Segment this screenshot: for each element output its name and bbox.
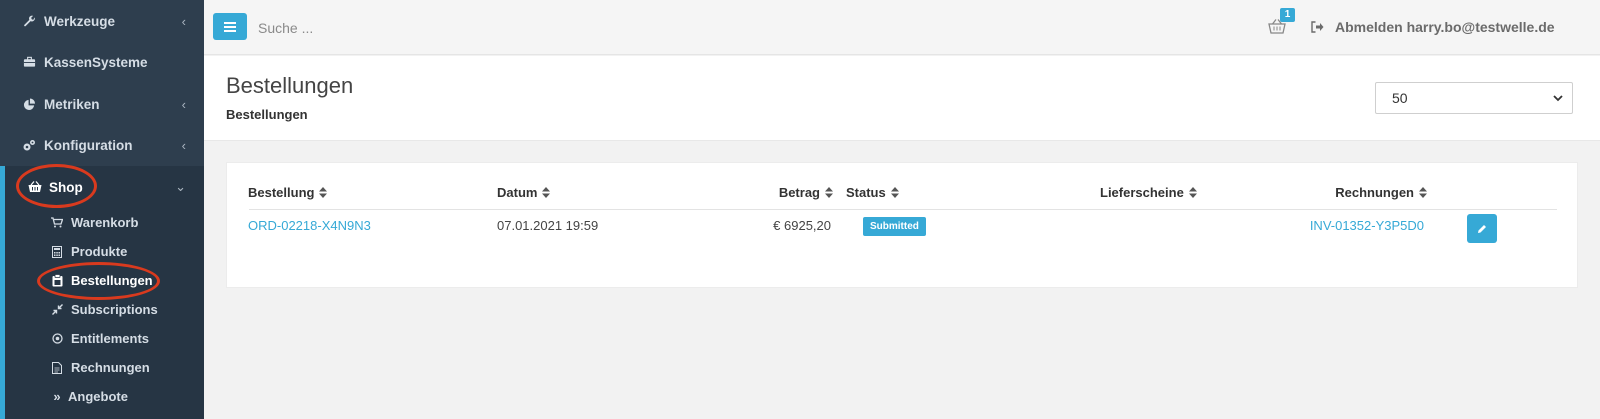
column-header-label: Status — [846, 185, 886, 200]
edit-button[interactable] — [1467, 214, 1497, 243]
basket-icon — [28, 180, 42, 194]
double-chevron-icon: » — [53, 389, 61, 404]
sidebar-item-werkzeuge[interactable]: Werkzeuge ‹ — [0, 0, 204, 42]
column-header-label: Rechnungen — [1335, 185, 1414, 200]
table-header-divider — [249, 209, 1557, 210]
breadcrumb: Bestellungen — [226, 107, 308, 122]
sidebar-subitem-bestellungen[interactable]: Bestellungen — [0, 266, 204, 295]
menu-toggle-button[interactable] — [213, 13, 247, 40]
pencil-icon — [1478, 224, 1486, 233]
column-header-label: Lieferscheine — [1100, 185, 1184, 200]
sign-out-icon — [1311, 20, 1325, 34]
order-number-link[interactable]: ORD-02218-X4N9N3 — [248, 218, 371, 233]
column-header-lieferscheine[interactable]: Lieferscheine — [1100, 185, 1197, 200]
invoice-link[interactable]: INV-01352-Y3P5D0 — [1287, 218, 1424, 233]
sort-icon — [1419, 187, 1427, 198]
sidebar-item-metriken[interactable]: Metriken ‹ — [0, 83, 204, 125]
sort-icon — [542, 187, 551, 198]
sidebar-subitem-label: Rechnungen — [71, 360, 150, 375]
sidebar-item-konfiguration[interactable]: Konfiguration ‹ — [0, 124, 204, 166]
logout-label: Abmelden harry.bo@testwelle.de — [1335, 19, 1555, 35]
chevron-down-icon: ⌄ — [175, 179, 186, 194]
page-title: Bestellungen — [226, 73, 354, 98]
sidebar-item-label: KassenSysteme — [44, 54, 148, 70]
page-size-select[interactable]: 50 — [1375, 82, 1573, 114]
sidebar-subitem-label: Subscriptions — [71, 302, 158, 317]
column-header-status[interactable]: Status — [846, 185, 899, 200]
sidebar: Werkzeuge ‹ KassenSysteme Metriken ‹ Kon… — [0, 0, 204, 419]
column-header-betrag[interactable]: Betrag — [747, 185, 833, 200]
sidebar-subitem-label: Angebote — [68, 389, 128, 404]
calculator-icon — [51, 245, 63, 258]
sidebar-item-label: Shop — [49, 179, 83, 195]
column-header-datum[interactable]: Datum — [497, 185, 551, 200]
column-header-label: Betrag — [778, 185, 820, 200]
sort-icon — [890, 187, 899, 198]
search-input[interactable] — [258, 17, 558, 39]
sidebar-subitem-subscriptions[interactable]: Subscriptions — [0, 295, 204, 324]
clipboard-icon — [51, 274, 63, 287]
column-header-label: Datum — [497, 185, 538, 200]
sidebar-item-label: Konfiguration — [44, 137, 133, 153]
compress-icon — [51, 304, 63, 316]
sidebar-item-kassensysteme[interactable]: KassenSysteme — [0, 41, 204, 83]
sidebar-subitem-warenkorb[interactable]: Warenkorb — [0, 208, 204, 237]
sort-icon — [825, 187, 833, 198]
document-icon — [51, 361, 63, 374]
order-amount: € 6925,20 — [773, 218, 831, 233]
chevron-left-icon: ‹ — [181, 96, 186, 112]
cart-icon — [51, 217, 63, 229]
sort-icon — [1188, 187, 1197, 198]
sidebar-subitem-label: Bestellungen — [71, 273, 153, 288]
order-date: 07.01.2021 19:59 — [497, 218, 599, 233]
sidebar-subitem-rechnungen[interactable]: Rechnungen — [0, 353, 204, 382]
sidebar-subitem-produkte[interactable]: Produkte — [0, 237, 204, 266]
sidebar-subitem-label: Warenkorb — [71, 215, 139, 230]
pie-chart-icon — [22, 97, 36, 111]
hamburger-icon — [224, 21, 236, 32]
status-badge: Submitted — [863, 217, 926, 236]
topbar: 1 Abmelden harry.bo@testwelle.de — [204, 0, 1600, 55]
circle-dot-icon — [51, 333, 63, 345]
chevron-left-icon: ‹ — [181, 13, 186, 29]
sidebar-item-shop[interactable]: Shop ⌄ — [0, 166, 204, 208]
sidebar-subitem-entitlements[interactable]: Entitlements — [0, 324, 204, 353]
sidebar-item-label: Metriken — [44, 96, 100, 112]
chevron-left-icon: ‹ — [181, 137, 186, 153]
logout-link[interactable]: Abmelden harry.bo@testwelle.de — [1311, 19, 1555, 35]
sidebar-subitem-angebote[interactable]: » Angebote — [0, 382, 204, 411]
sidebar-subitem-label: Entitlements — [71, 331, 150, 346]
orders-table-card: Bestellung Datum Betrag Status Liefersch… — [226, 162, 1578, 288]
cart-count-badge: 1 — [1280, 8, 1295, 22]
sidebar-subitem-label: Produkte — [71, 244, 128, 259]
sidebar-item-label: Werkzeuge — [44, 13, 116, 29]
column-header-label: Bestellung — [248, 185, 315, 200]
gears-icon — [22, 138, 36, 152]
briefcase-icon — [22, 55, 36, 69]
sort-icon — [319, 187, 328, 198]
chevron-down-icon — [1553, 95, 1563, 102]
column-header-rechnungen[interactable]: Rechnungen — [1287, 185, 1427, 200]
column-header-bestellung[interactable]: Bestellung — [248, 185, 328, 200]
page-size-value: 50 — [1392, 90, 1408, 106]
wrench-icon — [22, 14, 36, 28]
page-header: Bestellungen Bestellungen 50 — [204, 56, 1600, 141]
